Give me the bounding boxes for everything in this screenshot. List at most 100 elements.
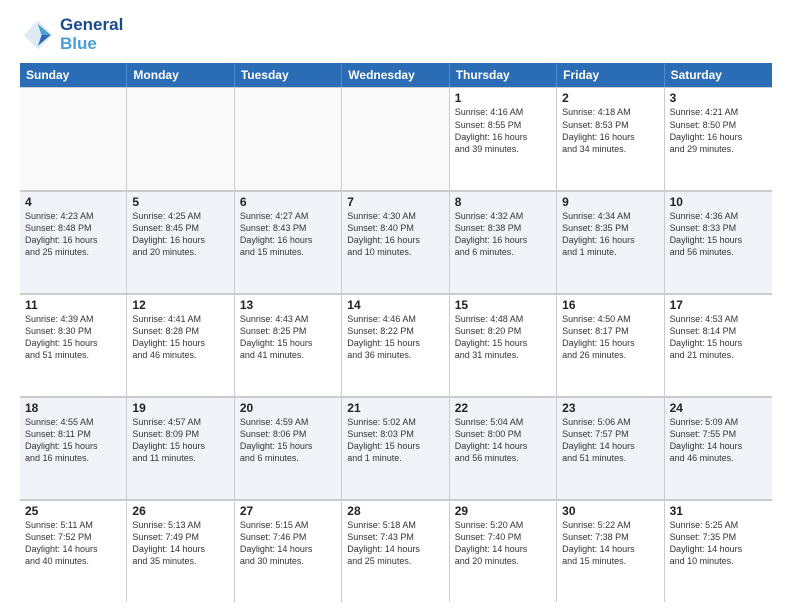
day-number: 4: [25, 195, 121, 209]
cell-info: Sunrise: 4:16 AM Sunset: 8:55 PM Dayligh…: [455, 106, 551, 155]
calendar-cell: 15Sunrise: 4:48 AM Sunset: 8:20 PM Dayli…: [450, 294, 557, 396]
day-number: 23: [562, 401, 658, 415]
calendar-cell: 26Sunrise: 5:13 AM Sunset: 7:49 PM Dayli…: [127, 500, 234, 602]
cell-info: Sunrise: 4:43 AM Sunset: 8:25 PM Dayligh…: [240, 313, 336, 362]
cell-info: Sunrise: 4:34 AM Sunset: 8:35 PM Dayligh…: [562, 210, 658, 259]
weekday-header-sunday: Sunday: [20, 63, 127, 87]
day-number: 29: [455, 504, 551, 518]
calendar-cell: 20Sunrise: 4:59 AM Sunset: 8:06 PM Dayli…: [235, 397, 342, 499]
calendar-cell: 12Sunrise: 4:41 AM Sunset: 8:28 PM Dayli…: [127, 294, 234, 396]
cell-info: Sunrise: 4:30 AM Sunset: 8:40 PM Dayligh…: [347, 210, 443, 259]
day-number: 10: [670, 195, 767, 209]
day-number: 20: [240, 401, 336, 415]
cell-info: Sunrise: 4:18 AM Sunset: 8:53 PM Dayligh…: [562, 106, 658, 155]
cell-info: Sunrise: 5:02 AM Sunset: 8:03 PM Dayligh…: [347, 416, 443, 465]
logo-icon: [20, 17, 56, 53]
cell-info: Sunrise: 4:59 AM Sunset: 8:06 PM Dayligh…: [240, 416, 336, 465]
calendar-cell: 17Sunrise: 4:53 AM Sunset: 8:14 PM Dayli…: [665, 294, 772, 396]
weekday-header-wednesday: Wednesday: [342, 63, 449, 87]
day-number: 31: [670, 504, 767, 518]
cell-info: Sunrise: 4:23 AM Sunset: 8:48 PM Dayligh…: [25, 210, 121, 259]
cell-info: Sunrise: 5:20 AM Sunset: 7:40 PM Dayligh…: [455, 519, 551, 568]
calendar-cell: 2Sunrise: 4:18 AM Sunset: 8:53 PM Daylig…: [557, 87, 664, 189]
calendar-cell: 25Sunrise: 5:11 AM Sunset: 7:52 PM Dayli…: [20, 500, 127, 602]
calendar-cell: 1Sunrise: 4:16 AM Sunset: 8:55 PM Daylig…: [450, 87, 557, 189]
day-number: 5: [132, 195, 228, 209]
cell-info: Sunrise: 5:22 AM Sunset: 7:38 PM Dayligh…: [562, 519, 658, 568]
calendar-row-2: 11Sunrise: 4:39 AM Sunset: 8:30 PM Dayli…: [20, 294, 772, 397]
cell-info: Sunrise: 4:32 AM Sunset: 8:38 PM Dayligh…: [455, 210, 551, 259]
day-number: 16: [562, 298, 658, 312]
day-number: 13: [240, 298, 336, 312]
calendar-row-4: 25Sunrise: 5:11 AM Sunset: 7:52 PM Dayli…: [20, 500, 772, 602]
cell-info: Sunrise: 5:09 AM Sunset: 7:55 PM Dayligh…: [670, 416, 767, 465]
cell-info: Sunrise: 5:11 AM Sunset: 7:52 PM Dayligh…: [25, 519, 121, 568]
day-number: 28: [347, 504, 443, 518]
cell-info: Sunrise: 4:25 AM Sunset: 8:45 PM Dayligh…: [132, 210, 228, 259]
day-number: 2: [562, 91, 658, 105]
weekday-header-friday: Friday: [557, 63, 664, 87]
calendar-cell: 27Sunrise: 5:15 AM Sunset: 7:46 PM Dayli…: [235, 500, 342, 602]
day-number: 3: [670, 91, 767, 105]
day-number: 25: [25, 504, 121, 518]
day-number: 15: [455, 298, 551, 312]
calendar-cell: 8Sunrise: 4:32 AM Sunset: 8:38 PM Daylig…: [450, 191, 557, 293]
day-number: 8: [455, 195, 551, 209]
calendar-cell: 22Sunrise: 5:04 AM Sunset: 8:00 PM Dayli…: [450, 397, 557, 499]
day-number: 11: [25, 298, 121, 312]
day-number: 6: [240, 195, 336, 209]
calendar-cell: 18Sunrise: 4:55 AM Sunset: 8:11 PM Dayli…: [20, 397, 127, 499]
calendar-row-0: 1Sunrise: 4:16 AM Sunset: 8:55 PM Daylig…: [20, 87, 772, 190]
cell-info: Sunrise: 4:27 AM Sunset: 8:43 PM Dayligh…: [240, 210, 336, 259]
calendar-body: 1Sunrise: 4:16 AM Sunset: 8:55 PM Daylig…: [20, 87, 772, 602]
cell-info: Sunrise: 5:18 AM Sunset: 7:43 PM Dayligh…: [347, 519, 443, 568]
cell-info: Sunrise: 4:36 AM Sunset: 8:33 PM Dayligh…: [670, 210, 767, 259]
cell-info: Sunrise: 4:55 AM Sunset: 8:11 PM Dayligh…: [25, 416, 121, 465]
calendar-cell: 6Sunrise: 4:27 AM Sunset: 8:43 PM Daylig…: [235, 191, 342, 293]
day-number: 18: [25, 401, 121, 415]
calendar-cell: 7Sunrise: 4:30 AM Sunset: 8:40 PM Daylig…: [342, 191, 449, 293]
calendar-cell: 4Sunrise: 4:23 AM Sunset: 8:48 PM Daylig…: [20, 191, 127, 293]
day-number: 17: [670, 298, 767, 312]
day-number: 26: [132, 504, 228, 518]
header: General Blue: [20, 16, 772, 53]
day-number: 19: [132, 401, 228, 415]
calendar-cell: 3Sunrise: 4:21 AM Sunset: 8:50 PM Daylig…: [665, 87, 772, 189]
calendar-cell: 31Sunrise: 5:25 AM Sunset: 7:35 PM Dayli…: [665, 500, 772, 602]
day-number: 30: [562, 504, 658, 518]
day-number: 27: [240, 504, 336, 518]
calendar-cell: [235, 87, 342, 189]
calendar-cell: 9Sunrise: 4:34 AM Sunset: 8:35 PM Daylig…: [557, 191, 664, 293]
day-number: 14: [347, 298, 443, 312]
cell-info: Sunrise: 5:15 AM Sunset: 7:46 PM Dayligh…: [240, 519, 336, 568]
calendar-cell: 5Sunrise: 4:25 AM Sunset: 8:45 PM Daylig…: [127, 191, 234, 293]
weekday-header-monday: Monday: [127, 63, 234, 87]
calendar-cell: [127, 87, 234, 189]
calendar-cell: 29Sunrise: 5:20 AM Sunset: 7:40 PM Dayli…: [450, 500, 557, 602]
day-number: 9: [562, 195, 658, 209]
cell-info: Sunrise: 4:53 AM Sunset: 8:14 PM Dayligh…: [670, 313, 767, 362]
calendar-cell: 10Sunrise: 4:36 AM Sunset: 8:33 PM Dayli…: [665, 191, 772, 293]
day-number: 12: [132, 298, 228, 312]
weekday-header-thursday: Thursday: [450, 63, 557, 87]
calendar-cell: 16Sunrise: 4:50 AM Sunset: 8:17 PM Dayli…: [557, 294, 664, 396]
weekday-header-saturday: Saturday: [665, 63, 772, 87]
calendar-cell: [342, 87, 449, 189]
calendar-cell: 11Sunrise: 4:39 AM Sunset: 8:30 PM Dayli…: [20, 294, 127, 396]
cell-info: Sunrise: 4:57 AM Sunset: 8:09 PM Dayligh…: [132, 416, 228, 465]
cell-info: Sunrise: 5:06 AM Sunset: 7:57 PM Dayligh…: [562, 416, 658, 465]
day-number: 1: [455, 91, 551, 105]
calendar-cell: 19Sunrise: 4:57 AM Sunset: 8:09 PM Dayli…: [127, 397, 234, 499]
day-number: 22: [455, 401, 551, 415]
cell-info: Sunrise: 4:21 AM Sunset: 8:50 PM Dayligh…: [670, 106, 767, 155]
calendar-header: SundayMondayTuesdayWednesdayThursdayFrid…: [20, 63, 772, 87]
calendar-cell: 13Sunrise: 4:43 AM Sunset: 8:25 PM Dayli…: [235, 294, 342, 396]
cell-info: Sunrise: 4:48 AM Sunset: 8:20 PM Dayligh…: [455, 313, 551, 362]
calendar-cell: [20, 87, 127, 189]
calendar-cell: 30Sunrise: 5:22 AM Sunset: 7:38 PM Dayli…: [557, 500, 664, 602]
cell-info: Sunrise: 4:39 AM Sunset: 8:30 PM Dayligh…: [25, 313, 121, 362]
calendar-row-1: 4Sunrise: 4:23 AM Sunset: 8:48 PM Daylig…: [20, 191, 772, 294]
cell-info: Sunrise: 4:46 AM Sunset: 8:22 PM Dayligh…: [347, 313, 443, 362]
calendar: SundayMondayTuesdayWednesdayThursdayFrid…: [20, 63, 772, 602]
weekday-header-tuesday: Tuesday: [235, 63, 342, 87]
